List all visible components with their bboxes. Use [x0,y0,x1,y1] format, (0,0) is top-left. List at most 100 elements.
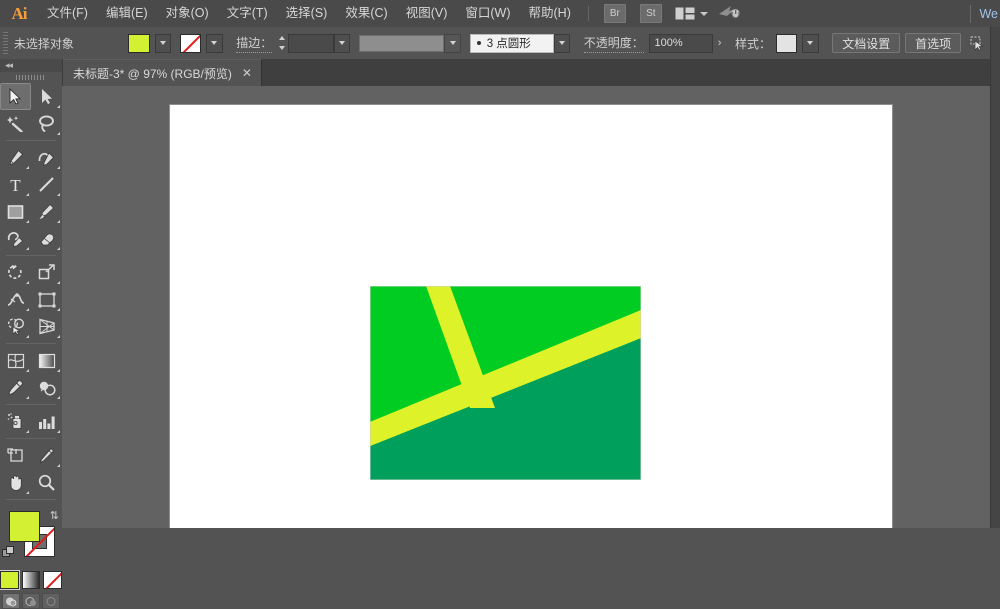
opacity-flyout-icon[interactable]: › [718,37,722,49]
scale-tool[interactable] [31,259,62,286]
eraser-tool[interactable] [31,225,62,252]
select-similar-objects-icon [970,36,987,51]
tool-flyout-corner-icon [26,193,29,196]
gradient-tool[interactable] [31,347,62,374]
artboard[interactable] [170,105,892,528]
eyedropper-tool[interactable] [0,374,31,401]
graphic-style-swatch[interactable] [776,34,797,53]
tool-flyout-corner-icon [26,308,29,311]
mesh-tool[interactable] [0,347,31,374]
document-setup-button[interactable]: 文档设置 [832,33,900,53]
tools-panel-grip[interactable] [0,72,62,83]
tool-flyout-corner-icon [57,281,60,284]
control-bar: 未选择对象 描边： 3 点圆形 不透明度： [0,27,1000,60]
menu-effect[interactable]: 效果(C) [336,0,396,27]
artboard-tool[interactable] [0,442,31,469]
perspective-grid-tool[interactable] [31,313,62,340]
free-transform-tool[interactable] [31,286,62,313]
none-button[interactable] [43,571,62,589]
variable-width-profile-dropdown[interactable] [444,34,461,53]
type-tool[interactable]: T [0,171,31,198]
fill-indicator[interactable] [9,511,40,542]
brush-definition-field[interactable]: 3 点圆形 [470,34,554,53]
line-segment-tool[interactable] [31,171,62,198]
creative-cloud-icon [718,3,742,19]
menubar-right-section: We [970,0,1000,27]
slice-tool[interactable] [31,442,62,469]
stroke-weight-stepper[interactable] [277,34,288,53]
direct-selection-arrow-icon [39,88,54,105]
selection-tool[interactable] [0,83,31,110]
eraser-icon [38,231,56,247]
blend-tool[interactable] [31,374,62,401]
arrange-documents-button[interactable] [675,7,708,20]
lasso-tool[interactable] [31,110,62,137]
graphic-style-dropdown[interactable] [802,34,819,53]
column-graph-tool[interactable] [31,408,62,435]
workspace-label[interactable]: We [979,7,1000,21]
symbol-sprayer-tool[interactable] [0,408,31,435]
selection-arrow-icon [8,88,23,105]
tool-flyout-corner-icon [57,308,60,311]
brush-definition-dropdown[interactable] [554,34,571,53]
menu-select[interactable]: 选择(S) [277,0,337,27]
collapse-panel-icon[interactable]: ◂◂ [5,60,12,71]
brush-definition-label: 3 点圆形 [487,35,531,51]
menu-object[interactable]: 对象(O) [157,0,218,27]
paintbrush-tool[interactable] [31,198,62,225]
control-bar-grip[interactable] [3,32,8,54]
menu-view[interactable]: 视图(V) [397,0,457,27]
right-panel-strip[interactable] [990,27,1000,528]
variable-width-profile-field[interactable] [359,35,444,52]
canvas-area[interactable] [62,86,990,528]
chevron-down-icon [559,41,565,45]
direct-selection-tool[interactable] [31,83,62,110]
menu-edit[interactable]: 编辑(E) [97,0,157,27]
color-button[interactable] [0,571,19,589]
curvature-tool[interactable] [31,144,62,171]
tool-flyout-corner-icon [26,396,29,399]
zoom-tool[interactable] [31,469,62,496]
document-tab[interactable]: 未标题-3* @ 97% (RGB/预览) ✕ [62,59,262,86]
app-logo: Ai [0,0,38,27]
rotate-tool[interactable] [0,259,31,286]
draw-normal-button[interactable] [2,593,20,609]
creative-cloud-button[interactable] [718,3,742,24]
green-road-illustration[interactable] [370,286,641,480]
stroke-color-swatch[interactable] [180,34,201,53]
fill-color-dropdown[interactable] [155,34,172,53]
pen-tool[interactable] [0,144,31,171]
menu-type[interactable]: 文字(T) [218,0,277,27]
stroke-color-dropdown[interactable] [206,34,223,53]
close-icon[interactable]: ✕ [242,67,252,79]
width-tool[interactable] [0,286,31,313]
swap-fill-stroke-icon[interactable]: ⇅ [50,509,59,522]
bridge-button[interactable]: Br [604,4,626,23]
tool-flyout-corner-icon [57,247,60,250]
lasso-icon [38,115,56,132]
default-fill-stroke-icon[interactable] [2,546,16,565]
stepper-up-icon [279,36,285,40]
menu-file[interactable]: 文件(F) [38,0,97,27]
scale-icon [38,264,55,281]
stock-button[interactable]: St [640,4,662,23]
chevron-down-icon [450,41,456,45]
shape-builder-tool[interactable] [0,313,31,340]
shaper-pencil-tool[interactable] [0,225,31,252]
magic-wand-tool[interactable] [0,110,31,137]
draw-behind-button[interactable] [22,593,40,609]
draw-inside-button[interactable] [42,593,60,609]
chevron-down-icon [160,41,166,45]
fill-color-swatch[interactable] [128,34,149,53]
preferences-button[interactable]: 首选项 [905,33,961,53]
opacity-input[interactable]: 100% [649,34,713,53]
tool-flyout-corner-icon [57,335,60,338]
stroke-weight-dropdown[interactable] [334,34,351,53]
hand-tool[interactable] [0,469,31,496]
stroke-weight-input[interactable] [288,34,334,53]
menu-window[interactable]: 窗口(W) [456,0,519,27]
menu-help[interactable]: 帮助(H) [520,0,580,27]
tools-panel-header[interactable]: ◂◂ [0,59,62,72]
gradient-button[interactable] [22,571,41,589]
rectangle-tool[interactable] [0,198,31,225]
